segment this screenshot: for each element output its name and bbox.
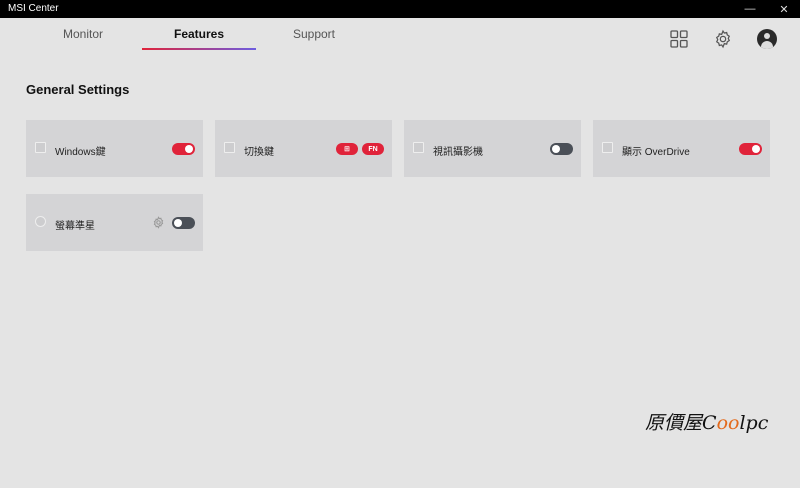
gear-icon[interactable] — [712, 28, 734, 50]
card-overdrive: 顯示 OverDrive — [593, 120, 770, 177]
window-title: MSI Center — [8, 3, 59, 14]
minimize-button[interactable]: — — [735, 0, 765, 18]
watermark-cn: 原價屋 — [645, 412, 703, 434]
windows-key-pill[interactable]: ⊞ — [336, 143, 358, 155]
card-label: 切換鍵 — [244, 147, 274, 158]
watermark-c: C — [702, 412, 717, 434]
overdrive-toggle[interactable] — [739, 143, 762, 155]
card-crosshair: 螢幕準星 — [26, 194, 203, 251]
card-windows-key: Windows鍵 — [26, 120, 203, 177]
fn-key-pill[interactable]: FN — [362, 143, 384, 155]
watermark-oo: oo — [716, 412, 740, 434]
display-icon — [602, 142, 613, 153]
crosshair-settings-icon[interactable] — [152, 216, 165, 229]
crosshair-icon — [35, 216, 46, 227]
webcam-toggle[interactable] — [550, 143, 573, 155]
avatar[interactable] — [757, 29, 777, 49]
switch-key-icon — [224, 142, 235, 153]
windows-key-toggle[interactable] — [172, 143, 195, 155]
tab-features[interactable]: Features — [142, 18, 256, 50]
card-switch-key: 切換鍵 ⊞ FN — [215, 120, 392, 177]
close-button[interactable]: ✕ — [769, 0, 799, 18]
card-label: 視訊攝影機 — [433, 147, 483, 158]
watermark-logo: 原價屋Coolpc — [645, 408, 768, 435]
webcam-icon — [413, 142, 424, 153]
tab-monitor[interactable]: Monitor — [26, 18, 140, 50]
card-label: 顯示 OverDrive — [622, 147, 690, 158]
tab-support[interactable]: Support — [257, 18, 371, 50]
windows-key-icon — [35, 142, 46, 153]
card-webcam: 視訊攝影機 — [404, 120, 581, 177]
grid-icon[interactable] — [668, 28, 690, 50]
title-bar: MSI Center — ✕ — [0, 0, 800, 18]
watermark-lpc: lpc — [739, 412, 769, 434]
crosshair-toggle[interactable] — [172, 217, 195, 229]
section-title: General Settings — [26, 82, 130, 97]
card-label: 螢幕準星 — [55, 221, 95, 232]
card-label: Windows鍵 — [55, 147, 106, 158]
